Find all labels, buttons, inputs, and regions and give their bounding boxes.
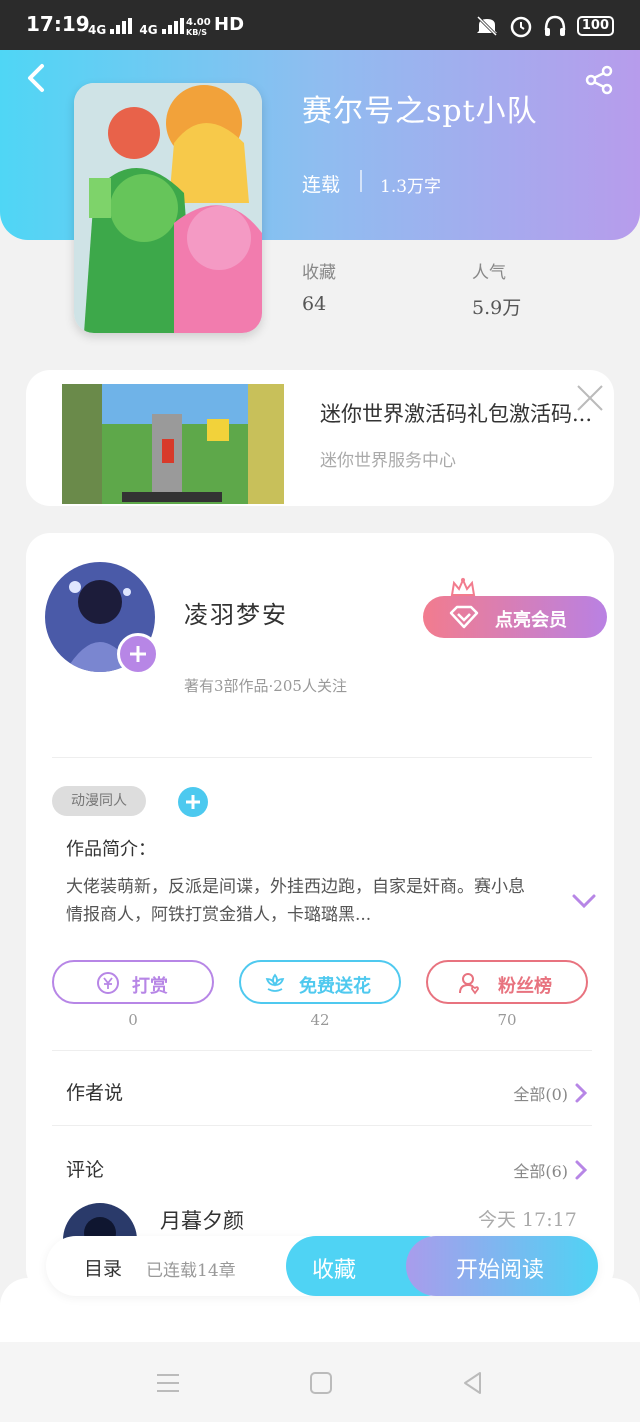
diamond-icon	[449, 605, 479, 629]
author-says-all-link[interactable]: 全部(0)	[513, 1081, 588, 1105]
comments-all-link[interactable]: 全部(6)	[513, 1158, 588, 1182]
comments-title: 评论	[66, 1159, 105, 1181]
book-status: 连载	[302, 174, 341, 196]
status-bar: 17:19 4G 4G 4.00 KB/S HD 100	[0, 0, 640, 50]
divider	[52, 1050, 592, 1051]
signal-indicators: 4G 4G	[88, 18, 184, 37]
status-right-icons: 100	[475, 14, 614, 38]
back-icon[interactable]	[22, 62, 52, 94]
author-says-title: 作者说	[66, 1082, 124, 1104]
menu-icon[interactable]	[155, 1370, 181, 1396]
chevron-down-icon[interactable]	[570, 891, 598, 911]
commenter-name: 月暮夕颜	[160, 1209, 244, 1233]
network-speed: 4.00 KB/S	[186, 17, 211, 38]
flower-icon	[265, 973, 285, 992]
book-title: 赛尔号之spt小队	[302, 94, 538, 129]
collect-count-label: 收藏	[302, 263, 336, 283]
ad-source: 迷你世界服务中心	[320, 451, 456, 471]
genre-tag[interactable]: 动漫同人	[52, 786, 146, 816]
ad-banner[interactable]: 迷你世界激活码礼包激活码... 迷你世界服务中心	[26, 370, 614, 506]
back-nav-icon[interactable]	[460, 1370, 486, 1396]
flower-count: 42	[310, 1011, 330, 1029]
send-flower-button[interactable]: 免费送花	[239, 960, 401, 1004]
fan-count: 70	[497, 1011, 517, 1029]
hd-indicator: HD	[214, 14, 245, 35]
signal-icon: 4G	[88, 18, 133, 37]
divider	[360, 170, 362, 192]
popularity-label: 人气	[472, 263, 506, 283]
bottom-action-bar: 目录 已连载14章 收藏 开始阅读	[46, 1236, 598, 1296]
battery-icon: 100	[576, 16, 614, 36]
signal-icon: 4G	[139, 18, 184, 37]
mute-icon	[476, 15, 497, 37]
intro-text[interactable]: 大佬装萌新，反派是间谍，外挂西边跑，自家是奸商。赛小息情报商人，阿铁打赏金猎人，…	[66, 873, 536, 929]
share-icon[interactable]	[584, 64, 614, 96]
toc-button[interactable]: 目录	[84, 1254, 122, 1281]
user-heart-icon	[459, 973, 479, 995]
tip-count: 0	[128, 1011, 138, 1029]
chevron-right-icon	[575, 1160, 588, 1180]
follow-author-button[interactable]	[117, 633, 159, 675]
author-meta: 著有3部作品·205人关注	[184, 677, 347, 695]
author-name[interactable]: 凌羽梦安	[184, 595, 288, 630]
status-time: 17:19	[26, 12, 90, 36]
book-cover-image[interactable]	[74, 83, 262, 333]
coin-icon	[97, 972, 119, 994]
book-detail-card: 凌羽梦安 著有3部作品·205人关注 点亮会员 动漫同人 作品简介： 大佬装萌新…	[26, 533, 614, 1293]
chevron-right-icon	[575, 1083, 588, 1103]
book-word-count: 1.3万字	[380, 177, 442, 197]
add-tag-button[interactable]	[178, 787, 208, 817]
intro-title: 作品简介：	[66, 839, 156, 860]
close-icon[interactable]	[574, 382, 606, 414]
ad-image	[62, 384, 284, 504]
start-reading-button[interactable]: 开始阅读	[406, 1236, 598, 1296]
headphones-icon	[544, 15, 566, 36]
system-nav-bar	[0, 1342, 640, 1422]
tip-button[interactable]: 打赏	[52, 960, 214, 1004]
divider	[52, 1125, 592, 1126]
vip-button[interactable]: 点亮会员	[423, 596, 607, 638]
ad-title: 迷你世界激活码礼包激活码...	[320, 402, 593, 426]
chapter-progress: 已连载14章	[146, 1261, 236, 1281]
comment-time: 今天 17:17	[478, 1209, 577, 1231]
home-icon[interactable]	[308, 1370, 334, 1396]
popularity-value: 5.9万	[472, 297, 522, 319]
fan-rank-button[interactable]: 粉丝榜	[426, 960, 588, 1004]
alarm-icon	[510, 16, 532, 38]
collect-count-value: 64	[302, 293, 327, 315]
divider	[52, 757, 592, 758]
